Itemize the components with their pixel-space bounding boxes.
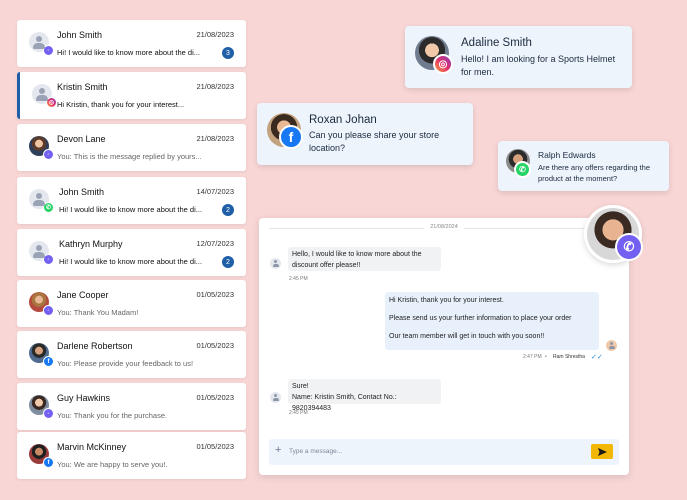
message-preview: Hi! I would like to know more about the … (57, 48, 200, 57)
viber-icon: ◦ (43, 408, 54, 419)
facebook-icon: f (43, 457, 54, 468)
conversation-item[interactable]: ✆ John Smith 14/07/2023 Hi! I would like… (17, 177, 246, 224)
conversation-date: 01/05/2023 (196, 341, 234, 350)
conversation-date: 01/05/2023 (196, 393, 234, 402)
avatar: ◦ (29, 32, 54, 56)
contact-name: Devon Lane (57, 134, 106, 144)
sender-name: Roxan Johan (309, 114, 377, 126)
viber-icon: ◦ (43, 305, 54, 316)
whatsapp-icon: ✆ (43, 202, 54, 213)
conversation-item[interactable]: ◦ Devon Lane 21/08/2023 You: This is the… (17, 124, 246, 171)
message-dot: • (545, 354, 547, 360)
conversation-item-active[interactable]: ◎ Kristin Smith 21/08/2023 Hi Kristin, t… (17, 72, 246, 119)
conversation-date: 01/05/2023 (196, 442, 234, 451)
message-preview: You: This is the message replied by your… (57, 152, 202, 161)
conversation-item[interactable]: f Darlene Robertson 01/05/2023 You: Plea… (17, 331, 246, 378)
date-label: 21/08/2024 (424, 224, 464, 230)
unread-badge: 2 (222, 204, 234, 216)
incoming-bubble-roxan[interactable]: f Roxan Johan Can you please share your … (257, 103, 473, 165)
message-time: 2:45 PM (289, 410, 308, 416)
double-check-icon: ✓✓ (591, 354, 603, 361)
message-preview: You: Thank You Madam! (57, 308, 139, 317)
instagram-icon: ◎ (46, 97, 57, 108)
conversation-item[interactable]: ◦ Jane Cooper 01/05/2023 You: Thank You … (17, 280, 246, 327)
avatar: ◦ (29, 136, 54, 160)
avatar: ◦ (29, 395, 54, 419)
agent-name: Ram Shrestha (553, 354, 585, 360)
message-line: Sure! (292, 383, 309, 390)
message-text: Hello! I am looking for a Sports Helmet … (461, 54, 616, 78)
agent-avatar (606, 340, 617, 351)
whatsapp-icon: ✆ (514, 161, 531, 178)
unread-badge: 3 (222, 47, 234, 59)
message-preview: Hi Kristin, thank you for your interest.… (57, 100, 185, 109)
incoming-message: Sure! Name: Kristin Smith, Contact No.: … (288, 379, 441, 412)
sender-name: Adaline Smith (461, 37, 532, 49)
viber-icon: ◦ (43, 45, 54, 56)
avatar: ◦ (29, 241, 54, 265)
conversation-date: 01/05/2023 (196, 290, 234, 299)
message-time: 2:45 PM (289, 276, 308, 282)
avatar: f (29, 343, 54, 367)
conversation-date: 21/08/2023 (196, 82, 234, 91)
conversation-date: 14/07/2023 (196, 187, 234, 196)
message-input[interactable]: Type a message... (289, 448, 342, 455)
message-line: Please send us your further information … (389, 314, 572, 322)
message-preview: Hi! I would like to know more about the … (59, 205, 202, 214)
facebook-icon: f (279, 125, 303, 149)
message-text: Hello, I would like to know more about t… (292, 251, 422, 269)
conversation-item[interactable]: f Marvin McKinney 01/05/2023 You: We are… (17, 432, 246, 479)
conversation-date: 12/07/2023 (196, 239, 234, 248)
contact-avatar (270, 258, 281, 269)
avatar: ◦ (29, 292, 54, 316)
unread-badge: 2 (222, 256, 234, 268)
conversation-date: 21/08/2023 (196, 30, 234, 39)
instagram-icon: ◎ (433, 54, 453, 74)
message-line: Our team member will get in touch with y… (389, 332, 545, 340)
viber-icon: ✆ (615, 233, 643, 261)
avatar: ✆ (29, 189, 54, 213)
send-button[interactable] (591, 444, 613, 459)
message-composer: + Type a message... (269, 439, 619, 465)
message-time: 2:47 PM (523, 354, 542, 360)
incoming-bubble-adaline[interactable]: ◎ Adaline Smith Hello! I am looking for … (405, 26, 632, 88)
avatar: f (29, 444, 54, 468)
contact-name: John Smith (59, 187, 105, 197)
contact-name: John Smith (57, 30, 103, 40)
message-line: Name: Kristin Smith, Contact No.: 982039… (292, 393, 397, 412)
sender-name: Ralph Edwards (538, 150, 596, 160)
message-preview: You: Please provide your feedback to us! (57, 359, 194, 368)
date-separator: 21/08/2024 (269, 224, 619, 230)
message-preview: You: Thank you for the purchase. (57, 411, 168, 420)
message-line: Hi Kristin, thank you for your interest. (389, 297, 504, 304)
facebook-icon: f (43, 356, 54, 367)
contact-name: Marvin McKinney (57, 442, 127, 452)
message-preview: Hi! I would like to know more about the … (59, 257, 202, 266)
viber-icon: ◦ (43, 149, 54, 160)
contact-avatar (270, 392, 281, 403)
send-icon (597, 447, 607, 456)
message-text: Are there any offers regarding the produ… (538, 163, 651, 183)
contact-name: Guy Hawkins (57, 393, 111, 403)
contact-name: Jane Cooper (57, 290, 109, 300)
attach-button[interactable]: + (275, 444, 281, 456)
avatar: ◎ (32, 84, 57, 108)
outgoing-message: Hi Kristin, thank you for your interest.… (385, 292, 599, 350)
conversation-date: 21/08/2023 (196, 134, 234, 143)
contact-name: Darlene Robertson (57, 341, 133, 351)
conversation-item[interactable]: ◦ John Smith 21/08/2023 Hi! I would like… (17, 20, 246, 67)
message-text: Can you please share your store location… (309, 130, 440, 154)
contact-name: Kathryn Murphy (59, 239, 123, 249)
viber-icon: ◦ (43, 254, 54, 265)
incoming-message: Hello, I would like to know more about t… (288, 247, 441, 271)
chat-window: 21/08/2024 Hello, I would like to know m… (259, 218, 629, 475)
contact-name: Kristin Smith (57, 82, 108, 92)
conversation-item[interactable]: ◦ Kathryn Murphy 12/07/2023 Hi! I would … (17, 229, 246, 276)
message-preview: You: We are happy to serve you!. (57, 460, 168, 469)
incoming-bubble-ralph[interactable]: ✆ Ralph Edwards Are there any offers reg… (498, 141, 669, 191)
conversation-item[interactable]: ◦ Guy Hawkins 01/05/2023 You: Thank you … (17, 383, 246, 430)
